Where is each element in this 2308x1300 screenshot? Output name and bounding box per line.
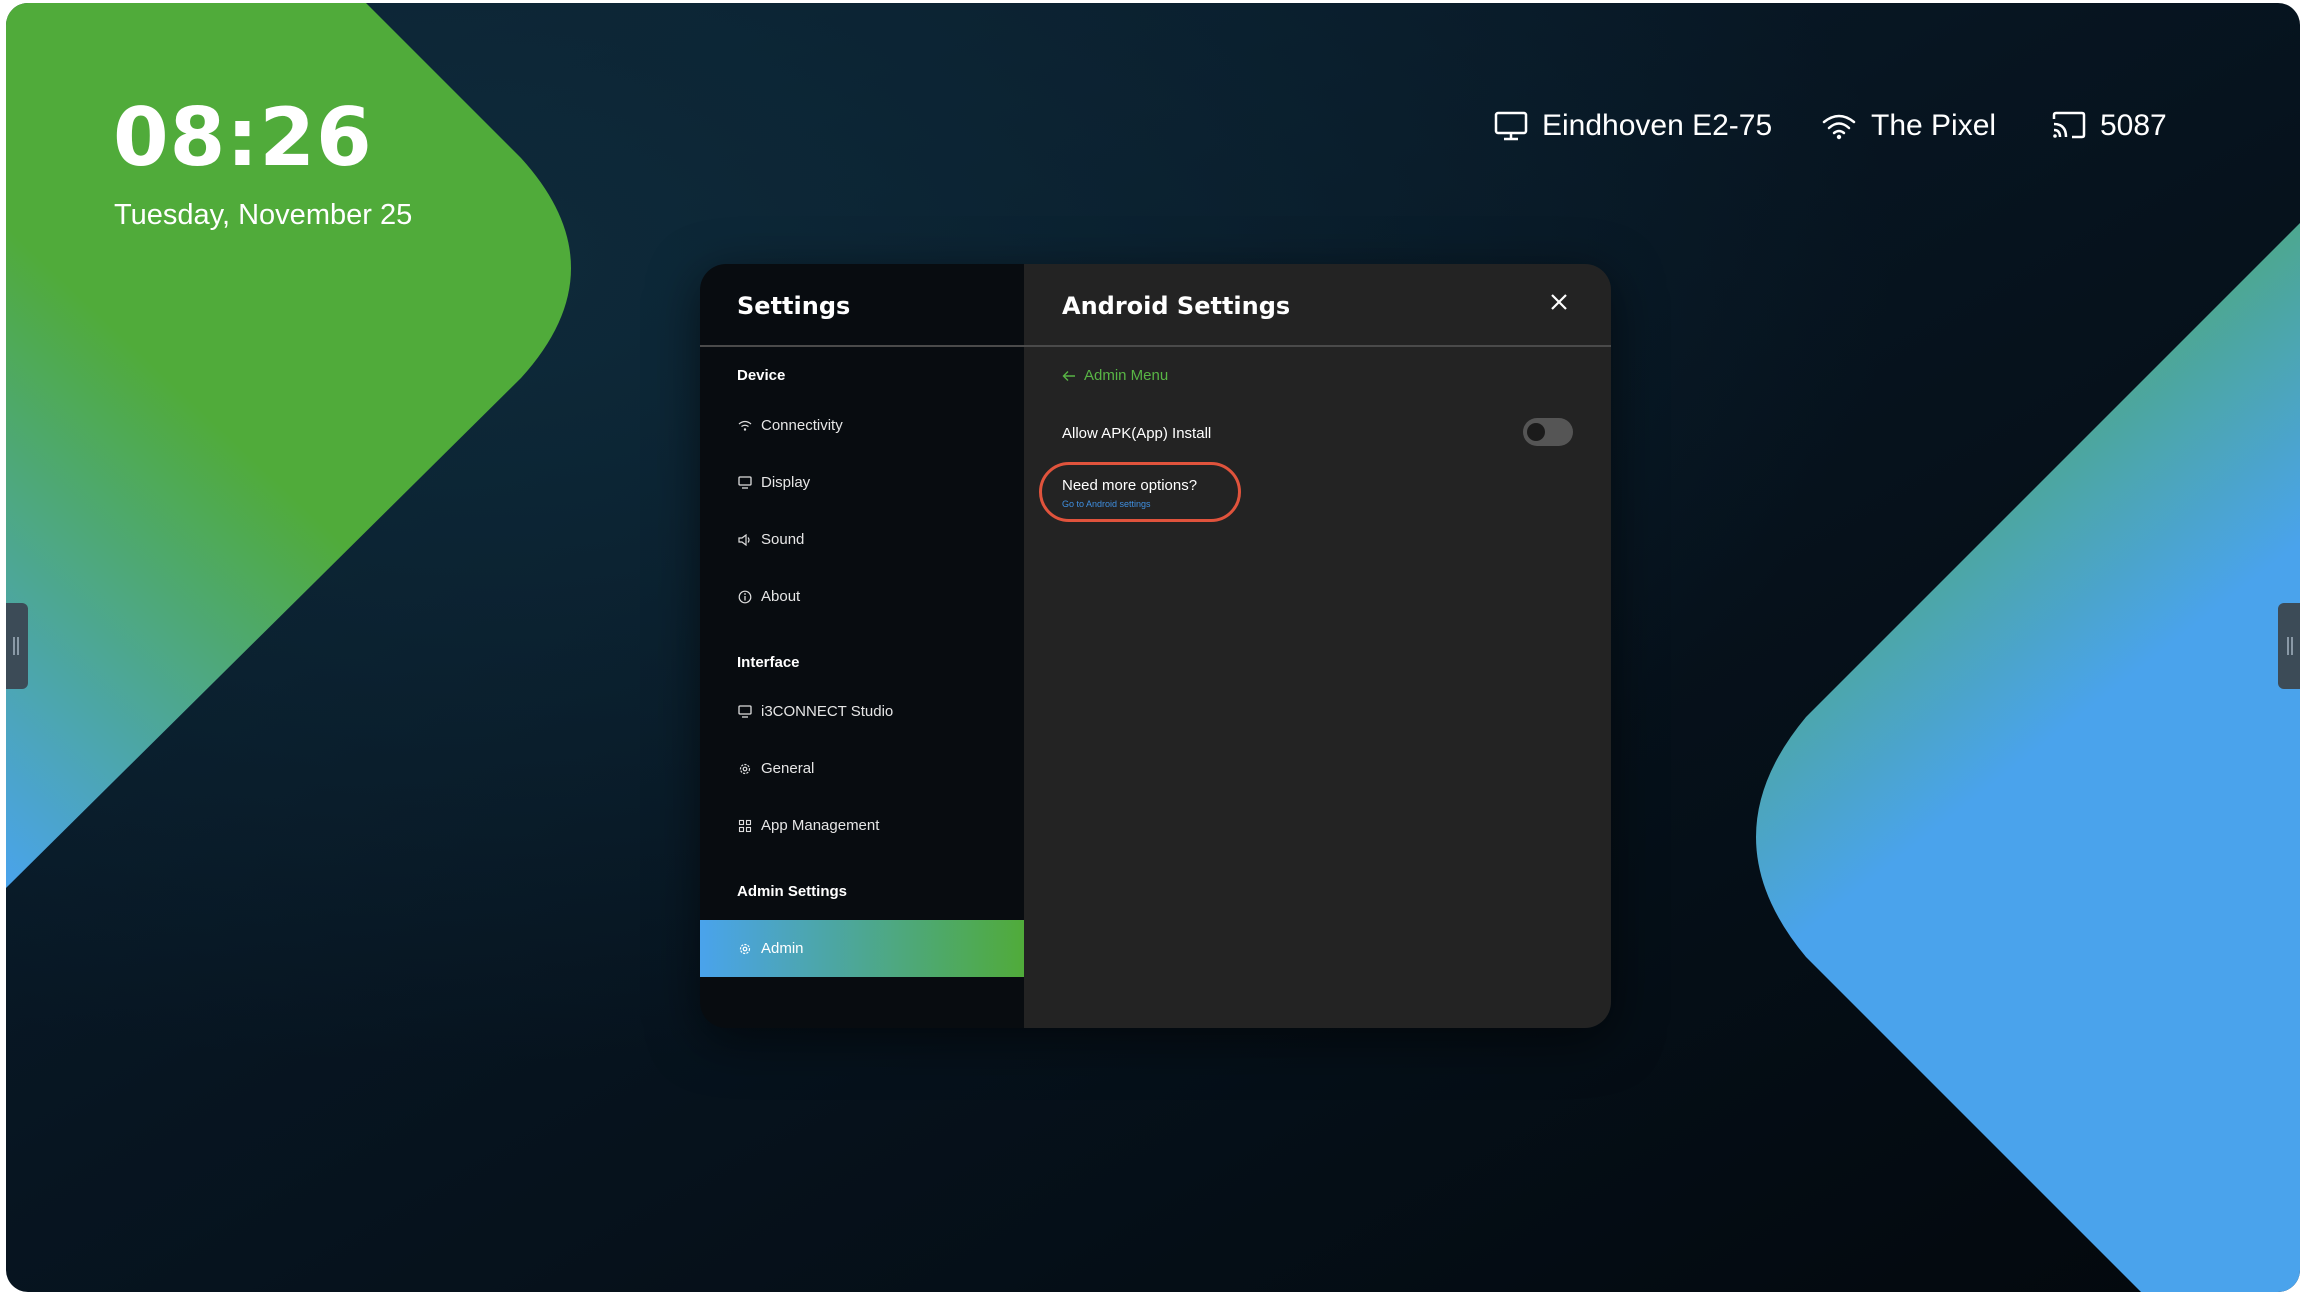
sidebar-item-admin[interactable]: Admin (700, 920, 1024, 977)
android-settings-pane: Android Settings Admin Menu Allow APK(Ap… (1024, 264, 1611, 1028)
settings-sidebar: Settings Device Connectivity Display Sou… (700, 264, 1024, 1028)
section-interface: Interface (737, 654, 800, 671)
speaker-icon (737, 532, 753, 548)
left-edge-handle[interactable] (6, 603, 28, 689)
info-icon (737, 589, 753, 605)
date: Tuesday, November 25 (114, 199, 413, 231)
grid-icon (737, 818, 753, 834)
monitor-icon (1494, 111, 1528, 141)
close-icon (1551, 294, 1567, 310)
sidebar-item-general[interactable]: General (700, 740, 1024, 797)
sidebar-item-display[interactable]: Display (700, 454, 1024, 511)
more-options-highlight[interactable]: Need more options? Go to Android setting… (1039, 462, 1241, 522)
sidebar-item-label: Admin (761, 940, 804, 957)
close-button[interactable] (1545, 288, 1573, 316)
sidebar-header: Settings (700, 264, 1024, 347)
sidebar-item-i3connect-studio[interactable]: i3CONNECT Studio (700, 683, 1024, 740)
android-settings-title: Android Settings (1062, 292, 1291, 320)
sidebar-item-label: i3CONNECT Studio (761, 703, 894, 720)
section-device: Device (737, 367, 786, 384)
sidebar-item-app-management[interactable]: App Management (700, 797, 1024, 854)
monitor-icon (737, 475, 753, 491)
cast-status[interactable]: 5087 (2052, 109, 2167, 143)
sidebar-item-about[interactable]: About (700, 568, 1024, 625)
arrow-left-icon (1062, 370, 1075, 381)
gear-icon (737, 761, 753, 777)
back-link[interactable]: Admin Menu (1062, 367, 1168, 384)
content-header: Android Settings (1024, 264, 1611, 347)
apk-install-toggle[interactable] (1523, 418, 1573, 446)
apk-install-label: Allow APK(App) Install (1062, 425, 1212, 442)
sidebar-item-connectivity[interactable]: Connectivity (700, 397, 1024, 454)
wifi-name: The Pixel (1871, 109, 1997, 142)
wifi-status[interactable]: The Pixel (1821, 109, 1996, 143)
sidebar-item-label: General (761, 760, 815, 777)
cast-code: 5087 (2100, 109, 2167, 142)
display-name: Eindhoven E2-75 (1542, 109, 1773, 142)
sidebar-item-sound[interactable]: Sound (700, 511, 1024, 568)
wifi-icon (1822, 114, 1856, 140)
monitor-icon (737, 704, 753, 720)
section-admin-settings: Admin Settings (737, 883, 848, 900)
right-gradient-shape (1756, 223, 2300, 1292)
home-screen: 08:26 Tuesday, November 25 Eindhoven E2-… (6, 3, 2300, 1292)
back-link-label: Admin Menu (1084, 367, 1169, 384)
settings-title: Settings (737, 292, 851, 320)
sidebar-item-label: Display (761, 474, 811, 491)
sidebar-item-label: Connectivity (761, 417, 843, 434)
sidebar-item-label: Sound (761, 531, 805, 548)
android-settings-link[interactable]: Go to Android settings (1062, 499, 1151, 509)
display-status[interactable]: Eindhoven E2-75 (1494, 109, 1772, 143)
settings-dialog: Settings Device Connectivity Display Sou… (700, 264, 1611, 1028)
cast-icon (2052, 111, 2086, 139)
toggle-knob (1527, 423, 1545, 441)
sidebar-item-label: App Management (761, 817, 880, 834)
gear-icon (737, 941, 753, 957)
more-options-title: Need more options? (1062, 477, 1198, 494)
sidebar-item-label: About (761, 588, 801, 605)
wifi-icon (737, 418, 753, 434)
right-edge-handle[interactable] (2278, 603, 2300, 689)
clock: 08:26 (113, 91, 373, 184)
